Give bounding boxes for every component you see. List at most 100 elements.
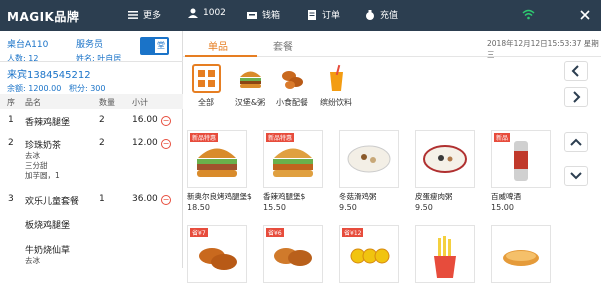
item-notes: 去冰 — [25, 256, 40, 266]
product-badge: 省¥6 — [266, 228, 284, 237]
product-image: 新品特惠 — [187, 130, 247, 188]
product-image: 新品 — [491, 130, 551, 188]
item-note: 去冰 — [25, 256, 40, 265]
product-badge: 新品特惠 — [266, 133, 295, 142]
porridge-bowl-icon — [347, 145, 391, 173]
item-notes: 去冰 三分甜 加芋圆，1 — [25, 151, 60, 181]
product-card[interactable] — [491, 225, 551, 283]
remove-item-button[interactable]: − — [161, 195, 171, 205]
cashbox-label: 钱箱 — [262, 11, 281, 21]
product-badge: 新品特惠 — [190, 133, 219, 142]
recharge-button[interactable]: 充值 — [365, 8, 398, 21]
product-card[interactable]: 省¥12 — [339, 225, 399, 283]
guest-points: 积分: 300 — [68, 84, 106, 93]
guest-balance: 余额: 1200.00 — [7, 84, 62, 93]
chicken-wings-icon — [278, 64, 307, 93]
divider — [0, 61, 183, 62]
next-page-button[interactable] — [564, 87, 588, 107]
user-id: 1002 — [203, 8, 226, 18]
category-all[interactable]: 全部 — [185, 64, 227, 108]
datetime: 2018年12月12日15:53:37 星期三 — [487, 39, 599, 59]
close-icon[interactable] — [580, 10, 590, 20]
col-subtotal: 小计 — [132, 98, 148, 107]
scroll-down-button[interactable] — [564, 166, 588, 186]
dine-in-toggle-label: 堂 — [155, 39, 167, 53]
persons-count: 人数: 12 — [7, 54, 39, 63]
col-qty: 数量 — [99, 98, 115, 107]
orders-icon — [308, 9, 316, 20]
more-menu-button[interactable]: 更多 — [128, 8, 161, 21]
category-snacks[interactable]: 小食配餐 — [271, 64, 313, 108]
product-card[interactable]: 新品特惠 新奥尔良烤鸡腿堡$ 18.50 — [187, 130, 252, 212]
row-no: 1 — [8, 115, 14, 125]
product-name: 新奥尔良烤鸡腿堡$ — [187, 192, 252, 201]
category-label: 小食配餐 — [276, 98, 308, 107]
guest-id: 来宾1384545212 — [7, 70, 91, 81]
dine-in-toggle[interactable]: 堂 — [140, 37, 169, 55]
fries-icon — [434, 236, 456, 278]
product-image: 新品特惠 — [263, 130, 323, 188]
porridge-bowl-icon — [423, 145, 467, 173]
product-badge: 省¥12 — [342, 228, 364, 237]
tab-single[interactable]: 单品 — [208, 38, 228, 53]
waiter-info[interactable]: 服务员 姓名: 叶自居 — [76, 37, 121, 64]
row-subtotal: 36.00 — [132, 194, 158, 204]
brand-logo: MAGIK品牌 — [7, 10, 80, 24]
product-price: 18.50 — [187, 203, 210, 212]
remove-item-button[interactable]: − — [161, 139, 171, 149]
row-name: 珍珠奶茶 — [25, 141, 62, 151]
order-panel: 桌台A110 人数: 12 服务员 姓名: 叶自居 堂 来宾1384545212… — [0, 31, 183, 268]
chevron-left-icon — [571, 65, 579, 77]
guest-info[interactable]: 来宾1384545212 余额: 1200.00 积分: 300 — [7, 66, 105, 94]
row-subtotal: 16.00 — [132, 115, 158, 125]
menu-icon — [128, 10, 138, 19]
product-name: 冬菇滑鸡粥 — [339, 192, 377, 201]
waiter-name: 姓名: 叶自居 — [76, 54, 122, 63]
product-card[interactable]: 皮蛋瘦肉粥 9.50 — [415, 130, 475, 212]
product-card[interactable]: 新品特惠 香辣鸡腿堡$ 15.50 — [263, 130, 323, 212]
table-name: 桌台A110 — [7, 40, 49, 50]
recharge-label: 充值 — [380, 11, 399, 21]
table-info[interactable]: 桌台A110 人数: 12 — [7, 37, 48, 64]
product-image — [339, 130, 399, 188]
product-card[interactable]: 省¥6 — [263, 225, 323, 283]
orders-button[interactable]: 订单 — [307, 8, 340, 21]
row-no: 2 — [8, 138, 14, 148]
product-image: 省¥7 — [187, 225, 247, 283]
product-card[interactable] — [415, 225, 475, 283]
order-table-header: 序 品名 数量 小计 — [0, 94, 183, 109]
prev-page-button[interactable] — [564, 61, 588, 81]
product-price: 15.00 — [491, 203, 514, 212]
grid-icon — [191, 64, 221, 93]
tab-bar: 单品 套餐 2018年12月12日15:53:37 星期三 — [183, 31, 601, 59]
remove-item-button[interactable]: − — [161, 116, 171, 126]
category-drinks[interactable]: 缤纷饮料 — [315, 64, 357, 108]
product-card[interactable]: 冬菇滑鸡粥 9.50 — [339, 130, 399, 212]
user-button[interactable]: 1002 — [188, 8, 226, 18]
product-price: 9.50 — [415, 203, 433, 212]
chevron-down-icon — [570, 172, 582, 180]
product-image — [415, 225, 475, 283]
top-bar: MAGIK品牌 更多 1002 钱箱 订单 充值 — [0, 0, 601, 31]
chevron-right-icon — [573, 91, 581, 103]
money-bag-icon — [366, 9, 374, 20]
waiter-label: 服务员 — [76, 40, 104, 50]
product-name: 香辣鸡腿堡$ — [263, 192, 306, 201]
item-note: 三分甜 — [25, 161, 48, 170]
category-burger[interactable]: 汉堡&粥 — [229, 64, 271, 108]
pie-icon — [503, 250, 539, 266]
cashbox-icon — [247, 11, 257, 19]
product-card[interactable]: 省¥7 — [187, 225, 247, 283]
product-name: 皮蛋瘦肉粥 — [415, 192, 453, 201]
scroll-up-button[interactable] — [564, 132, 588, 152]
row-no: 3 — [8, 194, 14, 204]
cashbox-button[interactable]: 钱箱 — [247, 8, 280, 21]
row-subtotal: 12.00 — [132, 138, 158, 148]
col-name: 品名 — [25, 98, 41, 107]
tab-combo[interactable]: 套餐 — [273, 38, 293, 53]
product-price: 15.50 — [263, 203, 286, 212]
row-name: 欢乐儿童套餐 — [25, 197, 80, 207]
product-badge: 新品 — [494, 133, 511, 142]
user-icon — [188, 8, 198, 18]
product-card[interactable]: 新品 百威啤酒 15.00 — [491, 130, 551, 212]
